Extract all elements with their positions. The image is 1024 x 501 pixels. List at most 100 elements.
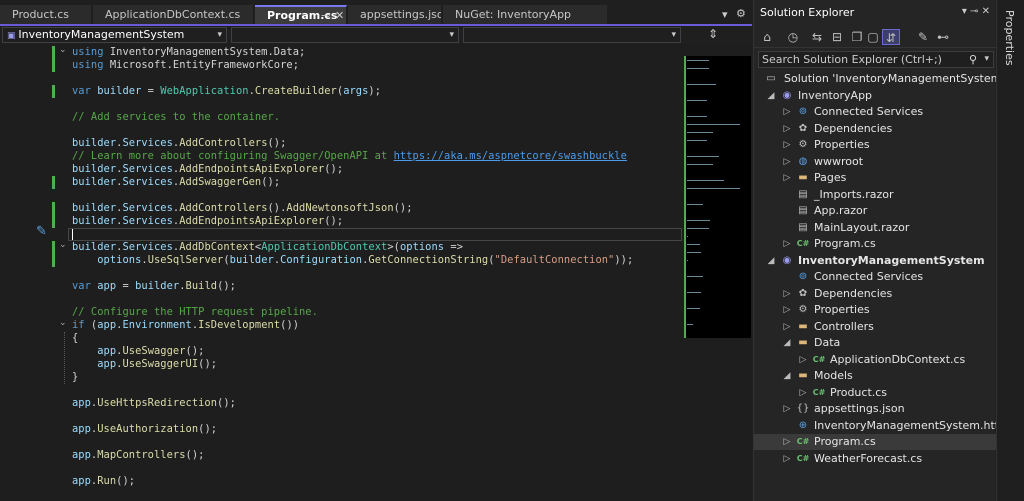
code-token: app: [72, 449, 91, 461]
tree-item[interactable]: ◢ ◉ InventoryManagementSystem: [754, 253, 996, 269]
document-tab[interactable]: ApplicationDbContext.cs: [93, 5, 254, 24]
code-line: app.Run();: [72, 475, 135, 488]
tree-item[interactable]: ▤ App.razor: [754, 203, 996, 219]
tab-list-dropdown-icon[interactable]: ▾: [722, 8, 728, 21]
sync-icon[interactable]: ⇆: [808, 29, 826, 45]
expand-arrow-icon[interactable]: ▷: [782, 401, 792, 417]
expand-arrow-icon[interactable]: ◢: [782, 335, 792, 351]
tree-item[interactable]: ▷ ✿ Dependencies: [754, 286, 996, 302]
expand-arrow-icon[interactable]: ◢: [782, 368, 792, 384]
expand-arrow-icon[interactable]: ▷: [782, 154, 792, 170]
csharp-file-icon: C#: [796, 437, 810, 446]
expand-arrow-icon[interactable]: ▷: [782, 319, 792, 335]
tree-item[interactable]: ▷ C# ApplicationDbContext.cs: [754, 352, 996, 368]
expand-arrow-icon[interactable]: ◢: [766, 253, 776, 269]
expand-arrow-icon[interactable]: ▷: [782, 170, 792, 186]
collapse-all-icon[interactable]: ⊟: [828, 29, 846, 45]
panel-window-buttons[interactable]: ▾ ⊸ ✕: [962, 6, 990, 17]
expand-arrow-icon[interactable]: ▷: [782, 104, 792, 120]
fold-toggle-icon[interactable]: ⌄: [59, 46, 67, 55]
fold-toggle-icon[interactable]: ⌄: [59, 241, 67, 250]
code-token: Run: [97, 475, 117, 487]
solution-explorer-panel: Solution Explorer ▾ ⊸ ✕ ⌂ ◷ ⇆ ⊟ ❐ ▢ ⇵ ✎ …: [753, 0, 1024, 501]
expand-arrow-icon[interactable]: ▷: [782, 434, 792, 450]
switch-views-icon[interactable]: ⌂: [758, 29, 776, 45]
tree-item[interactable]: ▷ ⚙ Properties: [754, 137, 996, 153]
member-dropdown[interactable]: ▾: [463, 27, 681, 43]
tree-item-label: ApplicationDbContext.cs: [830, 352, 966, 366]
code-token: ();: [324, 163, 344, 175]
navigation-bar: ▣ InventoryManagementSystem ▾ ▾ ▾ ⇕: [0, 26, 752, 44]
properties-side-tab[interactable]: Properties: [996, 0, 1024, 501]
code-line: {: [72, 332, 78, 345]
tree-item[interactable]: ▤ _Imports.razor: [754, 187, 996, 203]
type-dropdown[interactable]: ▾: [231, 27, 459, 43]
project-icon: ▣: [7, 31, 19, 41]
solution-search-box[interactable]: Search Solution Explorer (Ctrl+;) ⚲ ▾: [758, 51, 994, 68]
pending-changes-filter-icon[interactable]: ⇵: [882, 29, 900, 45]
tree-item[interactable]: ◢ ▬ Data: [754, 335, 996, 351]
chevron-down-icon: ▾: [449, 30, 454, 40]
code-line: app.UseSwagger();: [72, 345, 204, 358]
tree-item[interactable]: ◢ ◉ InventoryApp: [754, 88, 996, 104]
tree-item[interactable]: ▷ ▬ Controllers: [754, 319, 996, 335]
code-token: "DefaultConnection": [494, 254, 615, 266]
project-icon: ◉: [782, 254, 792, 266]
tree-item[interactable]: ▷ ⚙ Properties: [754, 302, 996, 318]
expand-arrow-icon[interactable]: ▷: [782, 286, 792, 302]
pin-icon[interactable]: ⊸: [321, 7, 330, 24]
quick-actions-brush-icon[interactable]: ✎: [36, 224, 47, 239]
tree-item[interactable]: ▷ ✿ Dependencies: [754, 121, 996, 137]
current-line-highlight: [68, 228, 682, 241]
project-dropdown[interactable]: ▣ InventoryManagementSystem ▾: [2, 27, 227, 43]
expand-arrow-icon[interactable]: ◢: [766, 88, 776, 104]
fold-toggle-icon[interactable]: ⌄: [59, 319, 67, 328]
expand-arrow-icon[interactable]: ▷: [782, 302, 792, 318]
minimap-line: [687, 164, 713, 165]
tree-item[interactable]: ▷ {} appsettings.json: [754, 401, 996, 417]
expand-arrow-icon[interactable]: ▷: [782, 121, 792, 137]
tree-item[interactable]: ▷ C# Product.cs: [754, 385, 996, 401]
properties-wrench-icon[interactable]: ✎: [914, 29, 932, 45]
tree-item[interactable]: ▷ ◍ wwwroot: [754, 154, 996, 170]
document-tab[interactable]: appsettings.json: [348, 5, 442, 24]
search-icon[interactable]: ⚲: [969, 52, 977, 67]
code-token[interactable]: https://aka.ms/aspnetcore/swashbuckle: [394, 150, 627, 162]
code-editor[interactable]: using InventoryManagementSystem.Data; usi…: [0, 44, 683, 501]
expand-arrow-icon[interactable]: ▷: [798, 385, 808, 401]
search-options-dropdown-icon[interactable]: ▾: [984, 52, 989, 67]
expand-arrow-icon[interactable]: ▷: [782, 236, 792, 252]
tree-item[interactable]: ▤ MainLayout.razor: [754, 220, 996, 236]
settings-gear-icon[interactable]: ⚙: [736, 7, 746, 20]
tree-item[interactable]: ▷ ⊚ Connected Services: [754, 104, 996, 120]
close-icon[interactable]: ✕: [335, 7, 344, 24]
expand-arrow-icon[interactable]: ▷: [798, 352, 808, 368]
code-token: InventoryManagementSystem.Data;: [109, 46, 306, 58]
tree-item[interactable]: ◢ ▬ Models: [754, 368, 996, 384]
code-token: builder: [229, 254, 274, 266]
tree-item[interactable]: ▷ C# Program.cs: [754, 236, 996, 252]
document-tab[interactable]: Product.cs: [0, 5, 92, 24]
minimap-line: [687, 132, 713, 133]
tree-item[interactable]: ⊕ InventoryManagementSystem.http: [754, 418, 1006, 434]
document-tab[interactable]: Program.cs ⊸ ✕: [255, 5, 347, 24]
history-icon[interactable]: ◷: [784, 29, 802, 45]
minimap-line: [687, 308, 700, 309]
code-token: options: [399, 241, 445, 253]
tree-item[interactable]: ▷ C# WeatherForecast.cs: [754, 451, 996, 467]
code-token: ().: [267, 202, 287, 214]
code-token: builder: [97, 85, 142, 97]
tree-item[interactable]: ▭ Solution 'InventoryManagementSystem' (2…: [754, 71, 1024, 87]
refresh-icon[interactable]: ▢: [864, 29, 882, 45]
split-editor-icon[interactable]: ⇕: [708, 27, 718, 41]
tree-item[interactable]: ⊚ Connected Services: [754, 269, 996, 285]
tree-item[interactable]: ▷ ▬ Pages: [754, 170, 996, 186]
preview-selected-icon[interactable]: ⊷: [934, 29, 952, 45]
expand-arrow-icon[interactable]: ▷: [782, 451, 792, 467]
code-minimap[interactable]: [684, 56, 751, 338]
tree-item[interactable]: ▷ C# Program.cs: [754, 434, 996, 450]
expand-arrow-icon[interactable]: ▷: [782, 137, 792, 153]
document-tab[interactable]: NuGet: InventoryApp: [443, 5, 608, 24]
code-line: builder.Services.AddDbContext<Applicatio…: [72, 241, 463, 254]
minimap-line: [687, 68, 709, 69]
